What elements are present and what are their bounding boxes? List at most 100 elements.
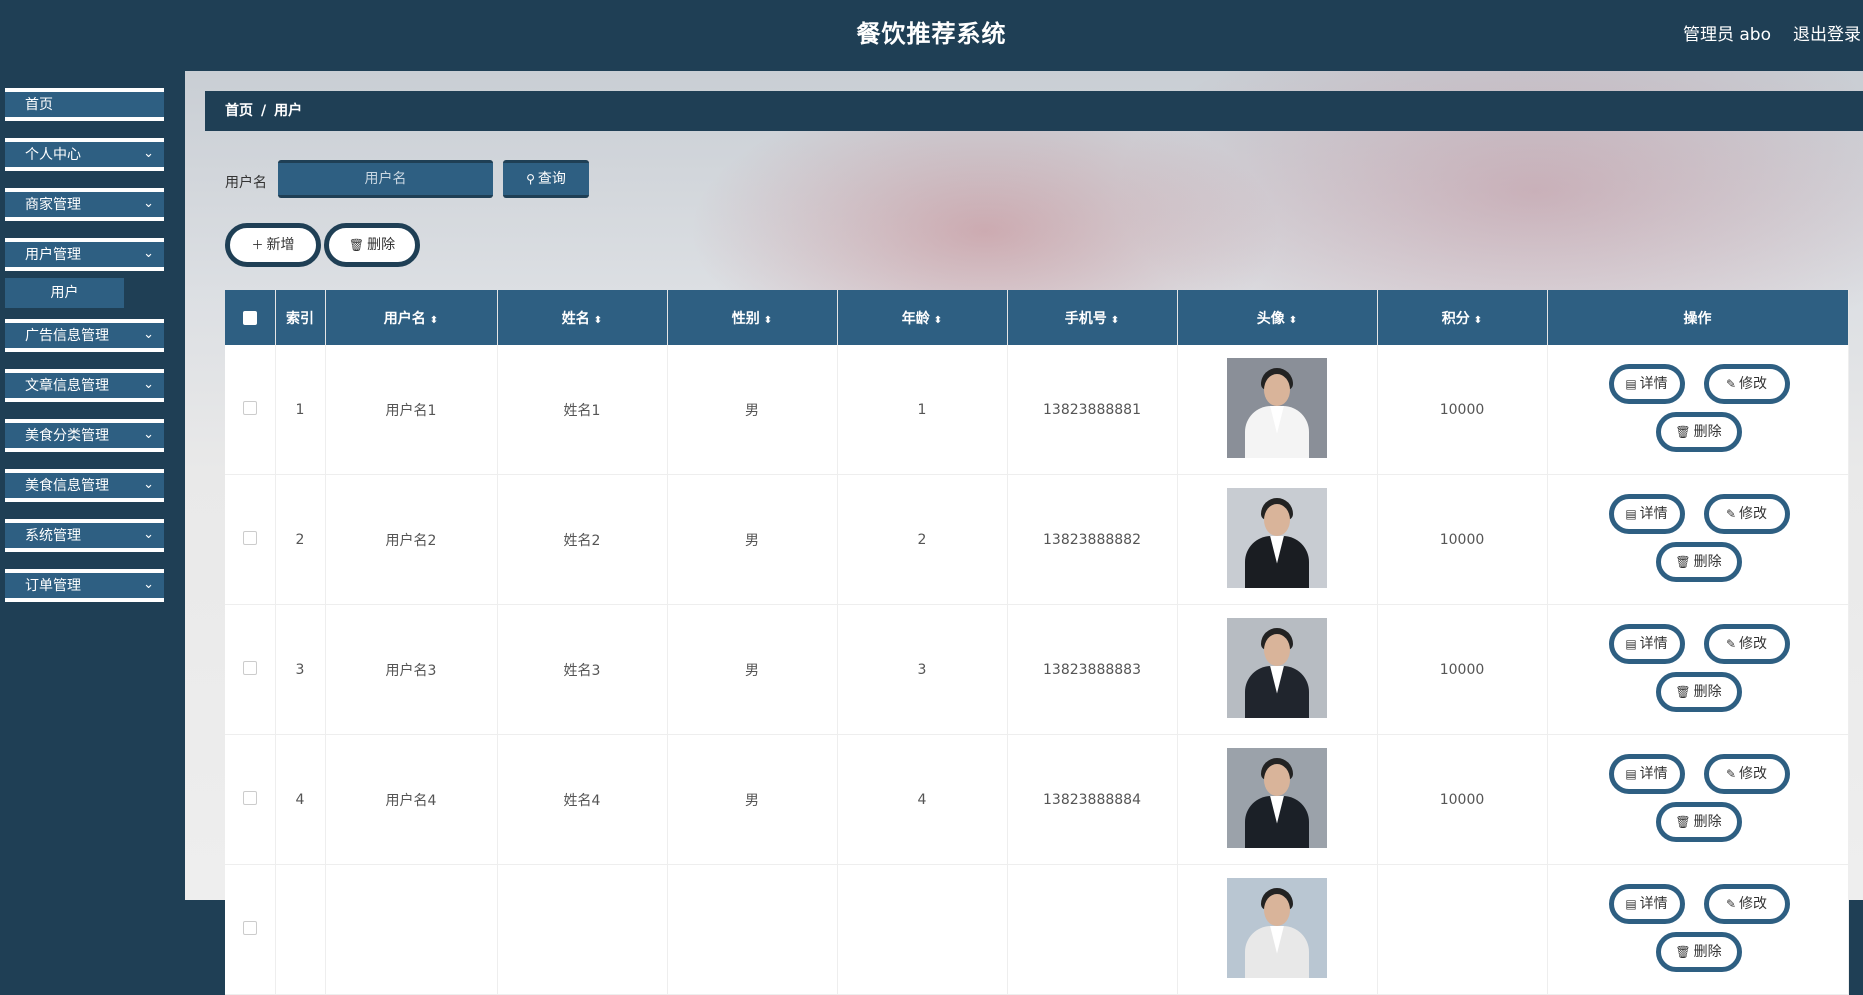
edit-button[interactable]: ✎ 修改 [1703,754,1790,794]
row-delete-button-label: 删除 [1693,684,1722,700]
cell-username: 用户名3 [325,604,498,735]
trash-icon: 🗑 [1675,555,1691,569]
username-search-input[interactable] [278,160,493,198]
detail-button[interactable]: ▤ 详情 [1608,494,1685,534]
avatar-image[interactable] [1227,487,1327,588]
sidebar: 首页 个人中心 ⌄ 商家管理 ⌄ 用户管理 ⌄ 用户 广告信息管理 ⌄ 文章信息管理 ⌄ … [0,71,185,900]
select-all-header[interactable] [225,290,276,345]
batch-delete-button[interactable]: 🗑 删除 [324,223,420,267]
sidebar-item-ad-management[interactable]: 广告信息管理 ⌄ [5,319,164,352]
column-header-avatar[interactable]: 头像 ⬍ [1177,290,1378,345]
cell-points: 10000 [1377,474,1548,605]
cell-avatar [1177,604,1378,735]
row-actions: ▤ 详情 ✎ 修改 🗑 删除 [1549,606,1847,733]
sort-icon[interactable]: ⬍ [1289,315,1297,326]
detail-button-label: 详情 [1639,896,1668,912]
avatar-image[interactable] [1227,357,1327,458]
column-header-points[interactable]: 积分 ⬍ [1377,290,1548,345]
sidebar-item-user-management[interactable]: 用户管理 ⌄ [5,238,164,271]
logout-link[interactable]: 退出登录 [1793,20,1861,45]
row-checkbox[interactable] [242,790,257,805]
detail-button[interactable]: ▤ 详情 [1608,754,1685,794]
avatar-image[interactable] [1227,617,1327,718]
add-button[interactable]: ＋新增 [225,223,321,267]
cell-phone: 13823888884 [1007,734,1178,865]
breadcrumb-current: 用户 [274,103,303,119]
select-all-checkbox[interactable] [242,310,257,325]
cell-phone: 13823888882 [1007,474,1178,605]
column-header-label: 头像 [1256,310,1285,327]
cell-gender: 男 [667,734,838,865]
row-select-cell[interactable] [225,734,276,865]
row-delete-button[interactable]: 🗑 删除 [1655,672,1742,712]
row-select-cell[interactable] [225,345,276,475]
sidebar-item-article-management[interactable]: 文章信息管理 ⌄ [5,369,164,402]
sort-icon[interactable]: ⬍ [764,315,772,326]
detail-button[interactable]: ▤ 详情 [1608,884,1685,924]
detail-button-label: 详情 [1639,376,1668,392]
trash-icon: 🗑 [1675,815,1691,829]
row-delete-button-label: 删除 [1693,554,1722,570]
main-content: 首页/用户 用户名 ⚲查询 ＋新增 🗑删除 索引 用户名⬍ 姓名⬍ 性别⬍ 年龄… [185,71,1863,995]
edit-button-label: 修改 [1739,896,1768,912]
row-delete-button[interactable]: 🗑 删除 [1655,802,1742,842]
sort-icon[interactable]: ⬍ [430,315,438,326]
row-checkbox[interactable] [242,530,257,545]
detail-button[interactable]: ▤ 详情 [1608,364,1685,404]
edit-button-label: 修改 [1739,636,1768,652]
avatar-image[interactable] [1227,747,1327,848]
row-delete-button[interactable]: 🗑 删除 [1655,412,1742,452]
sidebar-item-system-management[interactable]: 系统管理 ⌄ [5,519,164,552]
column-header-label: 积分 [1441,310,1470,327]
sidebar-item-home[interactable]: 首页 [5,88,164,121]
row-select-cell[interactable] [225,474,276,605]
cell-index: 1 [275,345,326,475]
row-delete-button-label: 删除 [1693,944,1722,960]
cell-points [1377,864,1548,995]
edit-button[interactable]: ✎ 修改 [1703,494,1790,534]
cell-actions: ▤ 详情 ✎ 修改 🗑 删除 [1547,864,1849,995]
row-checkbox[interactable] [242,400,257,415]
sort-icon[interactable]: ⬍ [594,315,602,326]
sidebar-item-personal-center[interactable]: 个人中心 ⌄ [5,138,164,171]
row-delete-button[interactable]: 🗑 删除 [1655,542,1742,582]
cell-avatar [1177,734,1378,865]
detail-button[interactable]: ▤ 详情 [1608,624,1685,664]
cell-actions: ▤ 详情 ✎ 修改 🗑 删除 [1547,345,1849,475]
sidebar-item-merchant-management[interactable]: 商家管理 ⌄ [5,188,164,221]
breadcrumb-home[interactable]: 首页 [225,103,253,119]
row-checkbox[interactable] [242,920,257,935]
sidebar-item-food-category-management[interactable]: 美食分类管理 ⌄ [5,419,164,452]
cell-points: 10000 [1377,734,1548,865]
top-header: 餐饮推荐系统 管理员 abo 退出登录 [0,0,1863,71]
row-delete-button[interactable]: 🗑 删除 [1655,932,1742,972]
sidebar-subitem-user[interactable]: 用户 [5,278,124,308]
search-button[interactable]: ⚲ 查询 [503,160,589,198]
trash-icon: 🗑 [348,238,365,252]
column-header-gender[interactable]: 性别 ⬍ [667,290,838,345]
cell-age: 4 [837,734,1008,865]
column-header-phone[interactable]: 手机号 ⬍ [1007,290,1178,345]
edit-button-label: 修改 [1739,376,1768,392]
row-select-cell[interactable] [225,604,276,735]
row-checkbox[interactable] [242,660,257,675]
sidebar-item-order-management[interactable]: 订单管理 ⌄ [5,569,164,602]
cell-age [837,864,1008,995]
column-header-username[interactable]: 用户名 ⬍ [325,290,498,345]
sidebar-item-food-info-management[interactable]: 美食信息管理 ⌄ [5,469,164,502]
edit-button[interactable]: ✎ 修改 [1703,884,1790,924]
row-select-cell[interactable] [225,864,276,995]
column-header-name[interactable]: 姓名 ⬍ [497,290,668,345]
breadcrumb-separator: / [261,103,267,119]
sort-icon[interactable]: ⬍ [1111,315,1119,326]
edit-button[interactable]: ✎ 修改 [1703,624,1790,664]
row-actions: ▤ 详情 ✎ 修改 🗑 删除 [1549,736,1847,863]
sort-icon[interactable]: ⬍ [934,315,942,326]
edit-button[interactable]: ✎ 修改 [1703,364,1790,404]
pencil-icon: ✎ [1725,897,1737,911]
sort-icon[interactable]: ⬍ [1474,315,1482,326]
sidebar-item-label: 广告信息管理 [25,328,109,344]
chevron-down-icon: ⌄ [143,427,154,442]
column-header-age[interactable]: 年龄 ⬍ [837,290,1008,345]
avatar-image[interactable] [1227,877,1327,978]
